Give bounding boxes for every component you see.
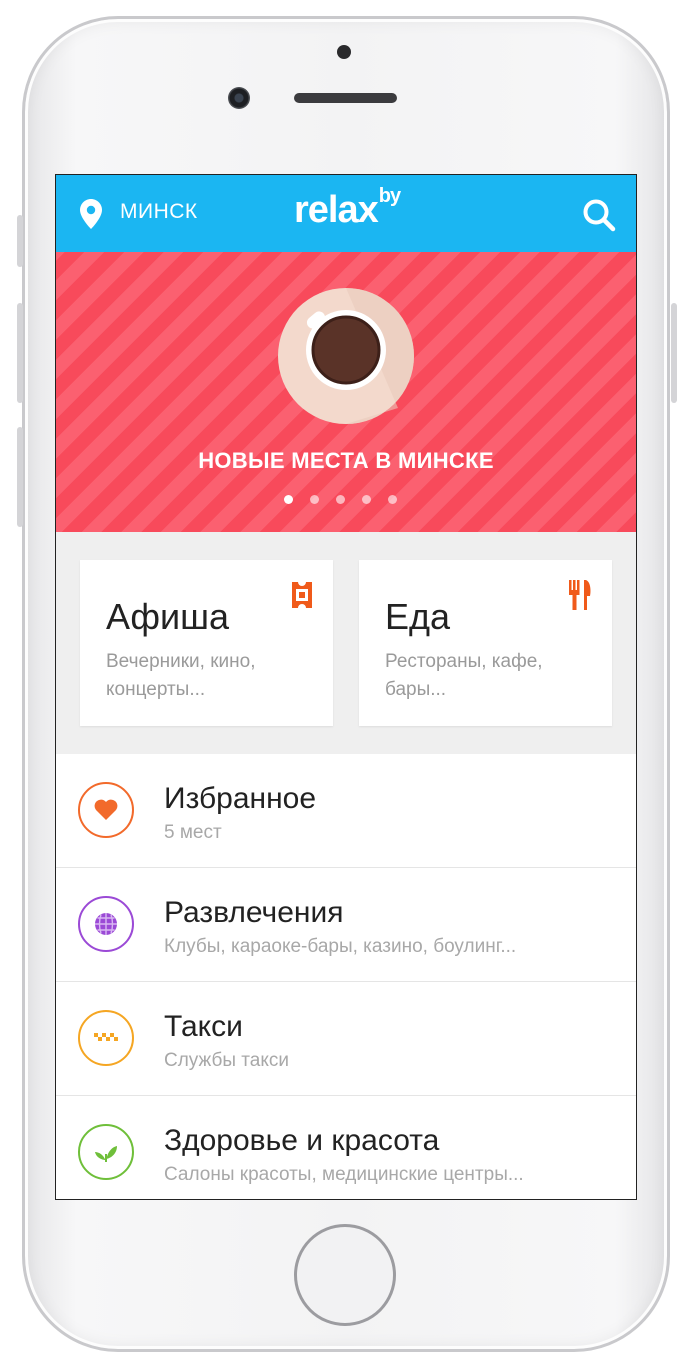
coffee-cup-icon — [278, 288, 414, 428]
category-list: Избранное 5 мест Развлечения Клубы, кара… — [56, 754, 636, 1199]
card-title: Еда — [385, 596, 451, 637]
list-item-subtitle: 5 мест — [164, 822, 222, 843]
list-item-taxi[interactable]: Такси Службы такси — [56, 982, 636, 1096]
front-camera — [228, 87, 250, 109]
top-bar: МИНСК relaxby — [56, 175, 636, 252]
app-logo: relaxby — [294, 185, 401, 232]
list-item-title: Развлечения — [164, 896, 344, 929]
carousel-dot[interactable] — [310, 495, 319, 504]
home-button[interactable] — [294, 1224, 396, 1326]
food-card[interactable]: Еда Рестораны, кафе, бары... — [359, 560, 612, 726]
search-icon[interactable] — [582, 198, 616, 236]
banner-title: НОВЫЕ МЕСТА В МИНСКЕ — [198, 448, 494, 473]
card-subtitle: Рестораны, кафе, бары... — [385, 651, 543, 700]
list-item-title: Здоровье и красота — [164, 1124, 440, 1157]
card-subtitle: Вечерники, кино, концерты... — [106, 651, 256, 700]
heart-icon — [78, 782, 134, 838]
location-pin-icon[interactable] — [80, 199, 102, 233]
card-title: Афиша — [106, 596, 230, 637]
logo-suffix: by — [378, 185, 401, 208]
ticket-icon — [290, 578, 314, 616]
list-item-title: Такси — [164, 1010, 243, 1043]
earpiece-speaker — [294, 93, 397, 103]
list-item-title: Избранное — [164, 782, 317, 815]
list-item-entertainment[interactable]: Развлечения Клубы, караоке-бары, казино,… — [56, 868, 636, 982]
app-screen: МИНСК relaxby НОВЫЕ МЕСТА В МИНСКЕ Афиша… — [55, 174, 637, 1200]
carousel-dot[interactable] — [388, 495, 397, 504]
carousel-dots — [284, 495, 397, 504]
promo-banner[interactable]: НОВЫЕ МЕСТА В МИНСКЕ — [56, 252, 636, 532]
fork-knife-icon — [566, 578, 594, 616]
city-selector[interactable]: МИНСК — [120, 200, 198, 224]
carousel-dot[interactable] — [284, 495, 293, 504]
logo-text: relax — [294, 189, 379, 231]
afisha-card[interactable]: Афиша Вечерники, кино, концерты... — [80, 560, 333, 726]
list-item-health-beauty[interactable]: Здоровье и красота Салоны красоты, медиц… — [56, 1096, 636, 1199]
list-item-favorites[interactable]: Избранное 5 мест — [56, 754, 636, 868]
power-button — [671, 303, 677, 403]
mute-switch — [17, 215, 23, 267]
category-cards: Афиша Вечерники, кино, концерты... Еда Р… — [56, 532, 636, 754]
volume-down-button — [17, 427, 23, 527]
volume-up-button — [17, 303, 23, 403]
list-item-subtitle: Салоны красоты, медицинские центры... — [164, 1164, 524, 1185]
disco-ball-icon — [78, 896, 134, 952]
list-item-subtitle: Службы такси — [164, 1050, 289, 1071]
leaf-icon — [78, 1124, 134, 1180]
taxi-checker-icon — [78, 1010, 134, 1066]
list-item-subtitle: Клубы, караоке-бары, казино, боулинг... — [164, 936, 517, 957]
sensor-dot — [337, 45, 351, 59]
carousel-dot[interactable] — [362, 495, 371, 504]
carousel-dot[interactable] — [336, 495, 345, 504]
